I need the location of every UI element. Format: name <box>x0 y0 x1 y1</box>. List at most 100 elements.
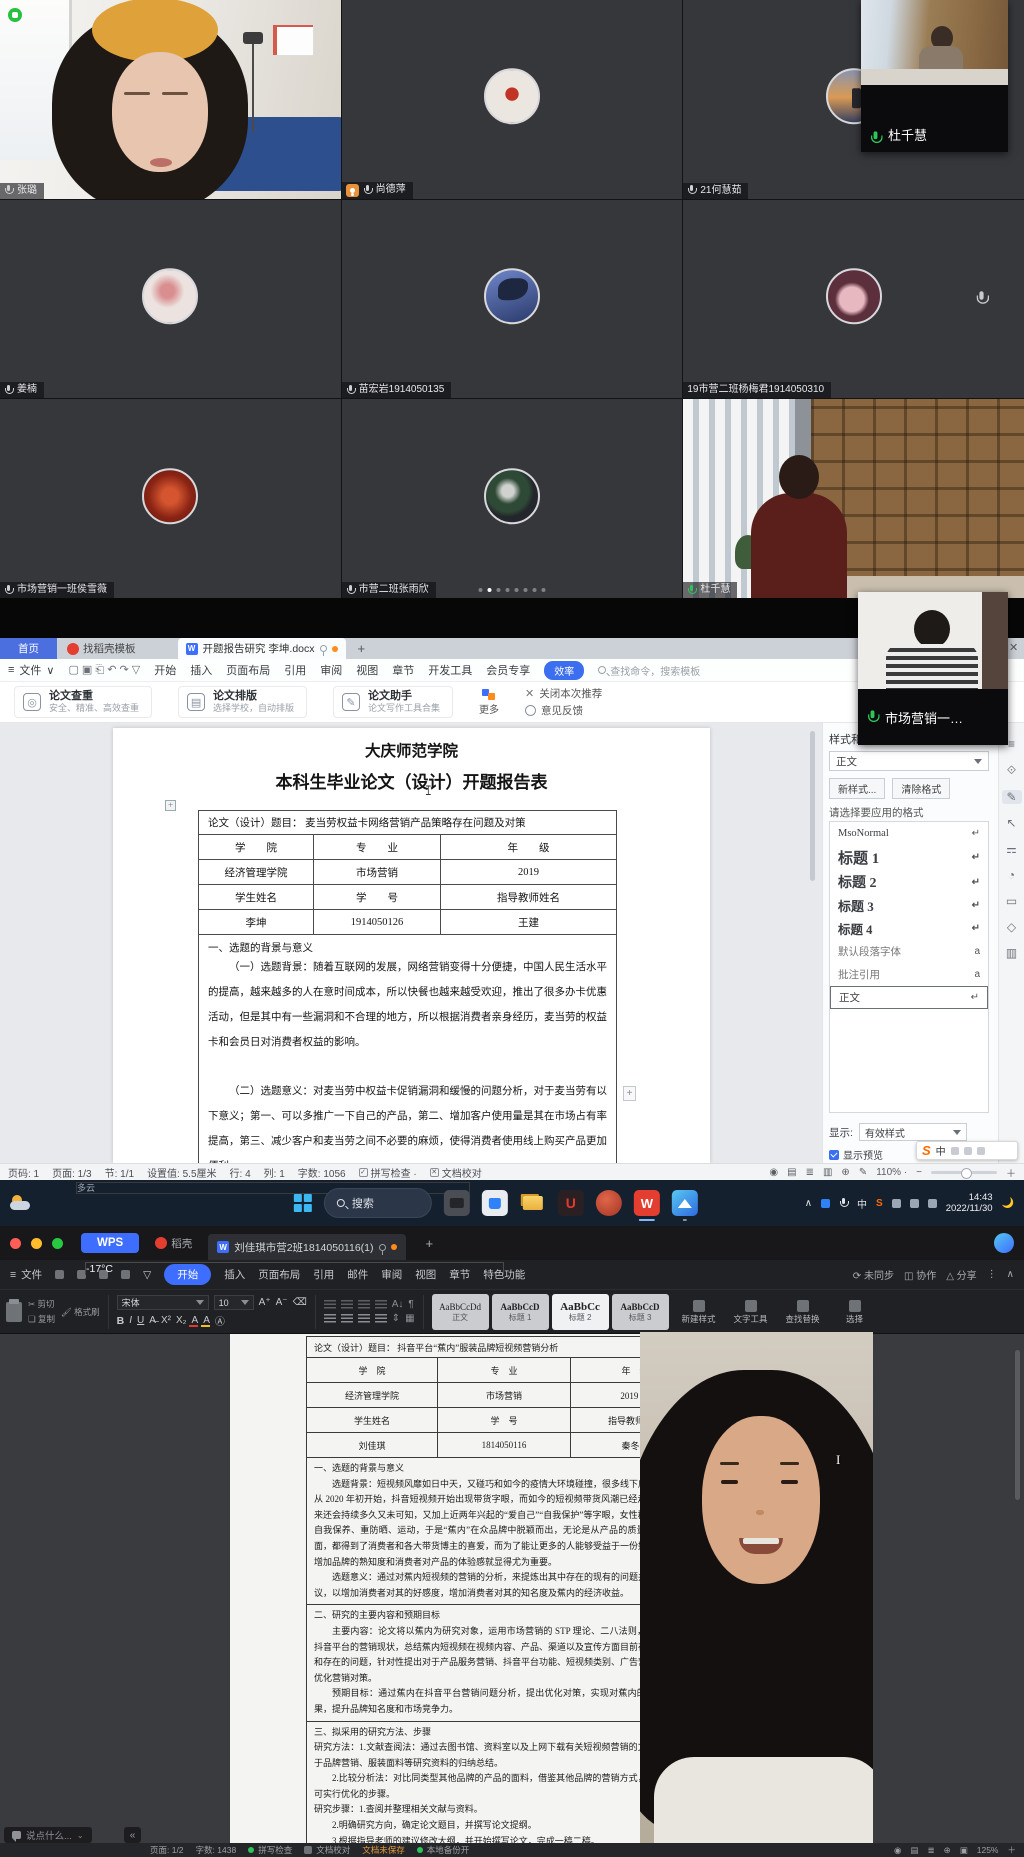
underline-button[interactable]: U <box>137 1315 144 1326</box>
zoom-level[interactable]: 110% · <box>876 1167 907 1178</box>
file-menu[interactable]: ≡ 文件 <box>10 1267 42 1282</box>
eye-protect-icon[interactable]: ◉ <box>769 1167 778 1178</box>
superscript-button[interactable]: X² <box>161 1315 171 1326</box>
volume-icon[interactable] <box>910 1199 919 1208</box>
app-icon-wps-active[interactable]: W <box>634 1190 660 1216</box>
copy-button[interactable]: ❏ 复制 <box>28 1313 55 1325</box>
style-chip[interactable]: AaBbCcD标题 1 <box>492 1294 549 1330</box>
globe-icon[interactable]: ⊕ <box>944 1845 951 1856</box>
menu-item[interactable]: 审阅 <box>320 662 342 678</box>
app-icon-office[interactable]: U <box>558 1190 584 1216</box>
grow-font-button[interactable]: A⁺ <box>259 1297 271 1308</box>
highlight-button[interactable]: A <box>203 1315 210 1326</box>
current-style-dropdown[interactable]: 正文 <box>829 751 989 771</box>
sogou-tray-icon[interactable]: S <box>876 1198 883 1209</box>
style-item[interactable]: 标题 1↵ <box>830 845 988 870</box>
collapse-toolbar-button[interactable]: « <box>124 1827 141 1843</box>
more-icon[interactable]: ⋮ <box>987 1269 997 1280</box>
tray-expand-icon[interactable]: ∧ <box>805 1198 812 1209</box>
zoom-out-button[interactable]: − <box>916 1167 922 1178</box>
paper-typeset-button[interactable]: ▤ 论文排版选择学校，自动排版 <box>178 686 307 718</box>
select-button[interactable]: 选择 <box>833 1300 877 1324</box>
format-painter-button[interactable]: 🖌 格式刷 <box>61 1306 100 1318</box>
pin-icon[interactable] <box>320 645 327 652</box>
italic-button[interactable]: I <box>129 1315 132 1326</box>
participant-tile[interactable]: 张璐 <box>0 0 341 199</box>
line-spacing-icon[interactable]: ⇕ <box>392 1313 400 1324</box>
weather-widget[interactable]: -17°C多云 <box>0 1195 180 1211</box>
style-item[interactable]: 批注引用a <box>830 963 988 986</box>
command-search[interactable]: 查找命令，搜索模板 <box>598 663 700 678</box>
tab-home[interactable]: 首页 <box>0 638 57 659</box>
align-right-icon[interactable] <box>358 1314 370 1323</box>
style-chip[interactable]: AaBbCcD标题 3 <box>612 1294 669 1330</box>
book-icon[interactable]: ▥ <box>1006 946 1017 960</box>
close-recommend-button[interactable]: ✕ 关闭本次推荐 <box>525 686 602 701</box>
side-toolbar[interactable]: ≡ ⟐ ✎ ↖ ⚎ ◔ ▭ ◇ ▥ <box>998 723 1024 1163</box>
align-center-icon[interactable] <box>341 1314 353 1323</box>
globe-icon[interactable]: ⊕ <box>841 1167 849 1178</box>
page-dots[interactable] <box>478 588 545 592</box>
page-view-icon[interactable]: ▤ <box>910 1845 918 1856</box>
participant-tile[interactable]: 尚德萍 <box>342 0 683 199</box>
tab-template-store[interactable]: 找稻壳模板 <box>57 638 146 659</box>
style-item[interactable]: 标题 4↵ <box>830 917 988 940</box>
wifi-icon[interactable] <box>892 1199 901 1208</box>
app-icon-desktop[interactable] <box>444 1190 470 1216</box>
collapse-ribbon-icon[interactable]: ∧ <box>1007 1269 1014 1280</box>
show-preview-checkbox[interactable]: 显示预览 <box>829 1147 883 1162</box>
participant-tile-active-speaker[interactable]: 杜千慧 <box>683 399 1024 598</box>
menu-item[interactable]: 页面布局 <box>226 662 270 678</box>
window-close-button[interactable]: ✕ <box>1009 641 1018 654</box>
table-move-handle[interactable]: + <box>165 800 176 811</box>
paper-assistant-button[interactable]: ✎ 论文助手论文写作工具合集 <box>333 686 453 718</box>
participant-tile[interactable]: 19市营二班杨梅君1914050310 <box>683 200 1024 399</box>
number-list-icon[interactable] <box>341 1300 353 1309</box>
user-avatar[interactable] <box>994 1233 1014 1253</box>
spellcheck-toggle[interactable]: ✓ 拼写检查 · <box>359 1165 417 1180</box>
feedback-button[interactable]: 意见反馈 <box>525 703 602 718</box>
more-button[interactable]: 更多 <box>479 689 499 716</box>
notification-icon[interactable]: 🌙 <box>1002 1198 1014 1209</box>
spellcheck-toggle[interactable]: 拼写检查 <box>248 1844 292 1856</box>
floating-video-top[interactable]: 杜千慧 <box>861 0 1008 152</box>
efficiency-pill[interactable]: 效率 <box>544 661 584 680</box>
font-size-select[interactable]: 10 <box>214 1295 254 1310</box>
ime-toolbar[interactable]: S 中 <box>916 1141 1018 1160</box>
fit-icon[interactable]: ▣ <box>960 1845 968 1856</box>
outline-view-icon[interactable]: ≣ <box>927 1845 934 1856</box>
outdent-icon[interactable] <box>358 1300 370 1309</box>
participant-tile[interactable]: 姜楠 <box>0 200 341 399</box>
zoom-slider[interactable] <box>931 1171 997 1174</box>
ime-indicator[interactable]: 中 <box>857 1196 867 1211</box>
web-view-icon[interactable]: ▥ <box>823 1167 832 1178</box>
style-item[interactable]: 标题 3↵ <box>830 894 988 917</box>
card-icon[interactable]: ▭ <box>1006 894 1017 908</box>
table-insert-button[interactable]: + <box>623 1086 636 1101</box>
new-style-button[interactable]: 新建样式 <box>677 1300 721 1324</box>
outline-view-icon[interactable]: ≣ <box>806 1167 814 1178</box>
menu-item[interactable]: 开始 <box>154 662 176 678</box>
document-page[interactable]: 大庆师范学院 本科生毕业论文（设计）开题报告表 + 论文（设计）题目： 麦当劳权… <box>113 728 710 1163</box>
bullet-list-icon[interactable] <box>324 1300 336 1309</box>
ink-icon[interactable]: ✎ <box>859 1167 867 1178</box>
unsaved-status[interactable]: 文档未保存 <box>362 1844 405 1856</box>
menu-item[interactable]: 章节 <box>392 662 414 678</box>
close-traffic-light[interactable] <box>10 1238 21 1249</box>
maximize-traffic-light[interactable] <box>52 1238 63 1249</box>
tab-document[interactable]: W 刘佳琪市营2班1814050116(1) <box>208 1234 405 1260</box>
minimize-traffic-light[interactable] <box>31 1238 42 1249</box>
doc-scrollbar[interactable] <box>1015 1350 1020 1500</box>
strikethrough-button[interactable]: A̶ <box>149 1315 156 1326</box>
tray-mic-icon[interactable] <box>839 1198 848 1209</box>
menu-item[interactable]: 视图 <box>356 662 378 678</box>
tab-template-store[interactable]: 稻壳 <box>149 1236 198 1251</box>
pin-icon[interactable] <box>379 1244 386 1251</box>
new-style-button[interactable]: 新样式... <box>829 778 885 799</box>
participant-tile[interactable]: 市营二班张雨欣 <box>342 399 683 598</box>
taskbar-search[interactable]: 搜索 <box>324 1188 432 1218</box>
shrink-font-button[interactable]: A⁻ <box>276 1297 288 1308</box>
ime-icon[interactable] <box>964 1147 972 1155</box>
justify-icon[interactable] <box>375 1314 387 1323</box>
share-icon[interactable]: ⟐ <box>1007 763 1016 778</box>
